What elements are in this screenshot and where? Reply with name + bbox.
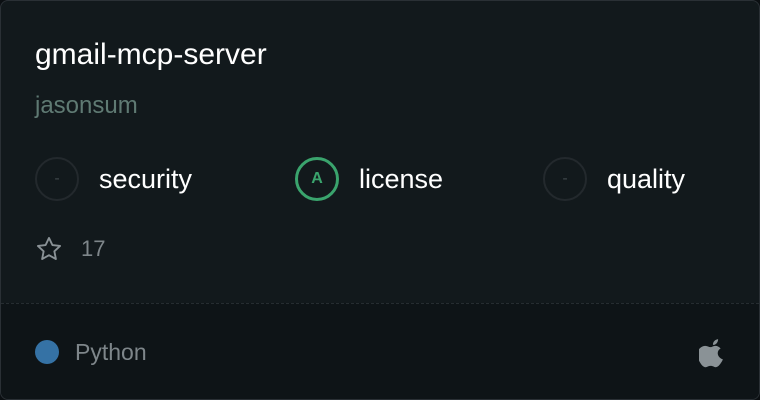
star-count[interactable]: 17: [35, 235, 105, 263]
repo-card[interactable]: gmail-mcp-server jasonsum - security A l…: [0, 0, 760, 400]
repo-author[interactable]: jasonsum: [35, 91, 138, 121]
language-name: Python: [75, 338, 147, 365]
license-label: license: [359, 163, 444, 194]
quality-label: quality: [607, 163, 686, 194]
security-score[interactable]: - security: [35, 155, 192, 203]
license-grade-badge: A: [295, 157, 339, 201]
quality-grade-badge: -: [543, 157, 587, 201]
security-grade-badge: -: [35, 157, 79, 201]
apple-icon: [699, 338, 727, 368]
security-label: security: [99, 163, 193, 194]
language-color-dot: [35, 340, 59, 364]
repo-title[interactable]: gmail-mcp-server: [35, 37, 267, 73]
language-indicator: Python: [35, 338, 147, 366]
card-footer: Python: [1, 303, 759, 399]
license-score[interactable]: A license: [295, 155, 443, 203]
star-count-value: 17: [81, 236, 106, 261]
quality-score[interactable]: - quality: [543, 155, 685, 203]
star-icon: [35, 235, 63, 263]
score-row: - security A license - quality: [35, 155, 735, 203]
